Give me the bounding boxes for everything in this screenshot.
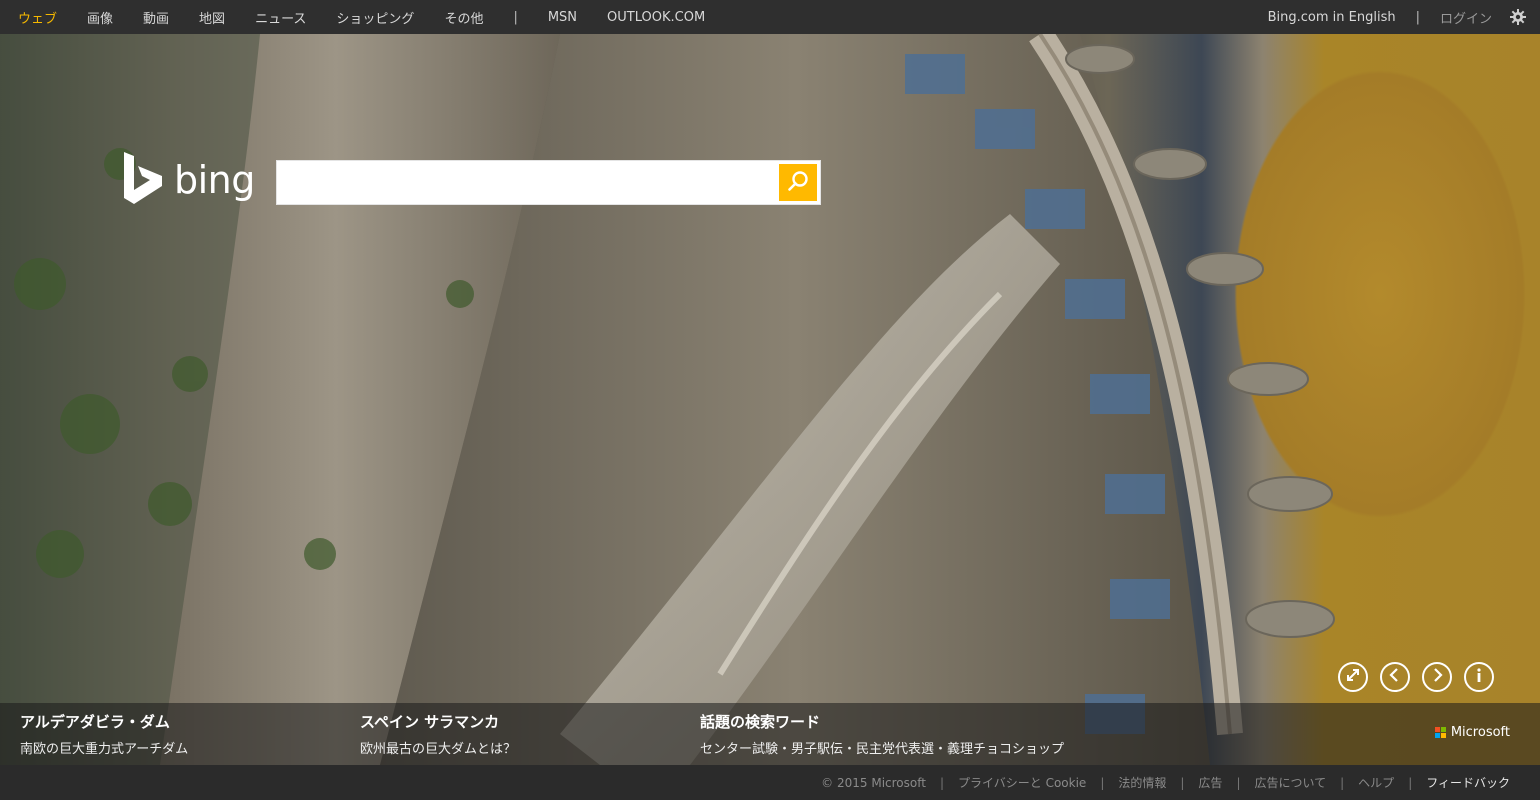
microsoft-logo-icon [1434,727,1446,738]
nav-web[interactable]: ウェブ [18,8,57,27]
nav-outlook[interactable]: OUTLOOK.COM [607,10,705,25]
search-icon [787,170,809,196]
prev-button[interactable] [1380,662,1410,692]
caption-strip: アルデアダビラ・ダム 南欧の巨大重力式アーチダム スペイン サラマンカ 欧州最古… [0,703,1540,765]
footer-separator: | [939,775,944,790]
caption-title[interactable]: スペイン サラマンカ [360,711,516,732]
login-link[interactable]: ログイン [1440,8,1492,27]
microsoft-brand[interactable]: Microsoft [1434,725,1510,740]
caption-title[interactable]: 話題の検索ワード [700,711,1064,732]
nav-news[interactable]: ニュース [255,8,306,27]
footer-feedback-link[interactable]: フィードバック [1426,774,1510,791]
caption-title[interactable]: アルデアダビラ・ダム [20,711,188,732]
bing-logo-text: bing [174,158,255,202]
caption-image-info[interactable]: アルデアダビラ・ダム 南欧の巨大重力式アーチダム [20,711,188,757]
caption-subtitle[interactable]: センター試験・男子駅伝・民主党代表選・義理チョコショップ [700,738,1064,757]
footer: © 2015 Microsoft | プライバシーと Cookie | 法的情報… [0,765,1540,800]
footer-help-link[interactable]: ヘルプ [1358,774,1394,791]
footer-separator: | [1180,775,1185,790]
nav-msn[interactable]: MSN [548,10,577,25]
nav-maps[interactable]: 地図 [199,8,225,27]
prev-icon [1387,667,1403,687]
info-icon [1471,667,1487,687]
footer-privacy-link[interactable]: プライバシーと Cookie [958,774,1086,791]
footer-separator: | [1236,775,1241,790]
search-button[interactable] [779,164,817,201]
nav-separator: | [513,9,518,25]
search-box [276,160,821,205]
footer-separator: | [1340,775,1345,790]
footer-legal-link[interactable]: 法的情報 [1118,774,1166,791]
nav-more[interactable]: その他 [444,8,483,27]
copyright: © 2015 Microsoft [821,775,926,790]
bing-logo[interactable]: bing [122,152,255,208]
caption-subtitle[interactable]: 欧州最古の巨大ダムとは？ [360,738,516,757]
fullscreen-button[interactable] [1338,662,1368,692]
fullscreen-icon [1344,666,1362,688]
caption-trending[interactable]: 話題の検索ワード センター試験・男子駅伝・民主党代表選・義理チョコショップ [700,711,1064,757]
dam-illustration [0,34,1335,765]
caption-subtitle[interactable]: 南欧の巨大重力式アーチダム [20,738,188,757]
bing-logo-icon [122,152,164,208]
footer-about-ads-link[interactable]: 広告について [1254,774,1326,791]
next-button[interactable] [1422,662,1452,692]
nav-videos[interactable]: 動画 [143,8,169,27]
info-button[interactable] [1464,662,1494,692]
top-nav: ウェブ 画像 動画 地図 ニュース ショッピング その他 | MSN OUTLO… [0,0,735,34]
footer-separator: | [1408,775,1413,790]
hero-image [0,34,1540,765]
nav-images[interactable]: 画像 [87,8,113,27]
top-right-separator: | [1415,9,1420,25]
footer-separator: | [1100,775,1105,790]
nav-shopping[interactable]: ショッピング [336,8,414,27]
top-bar: ウェブ 画像 動画 地図 ニュース ショッピング その他 | MSN OUTLO… [0,0,1540,34]
footer-ads-link[interactable]: 広告 [1198,774,1222,791]
english-link[interactable]: Bing.com in English [1268,10,1396,25]
microsoft-label: Microsoft [1450,725,1510,740]
search-input[interactable] [277,161,777,204]
top-right: Bing.com in English | ログイン [1268,0,1540,34]
next-icon [1429,667,1445,687]
caption-location[interactable]: スペイン サラマンカ 欧州最古の巨大ダムとは？ [360,711,516,757]
gear-icon[interactable] [1510,9,1526,25]
